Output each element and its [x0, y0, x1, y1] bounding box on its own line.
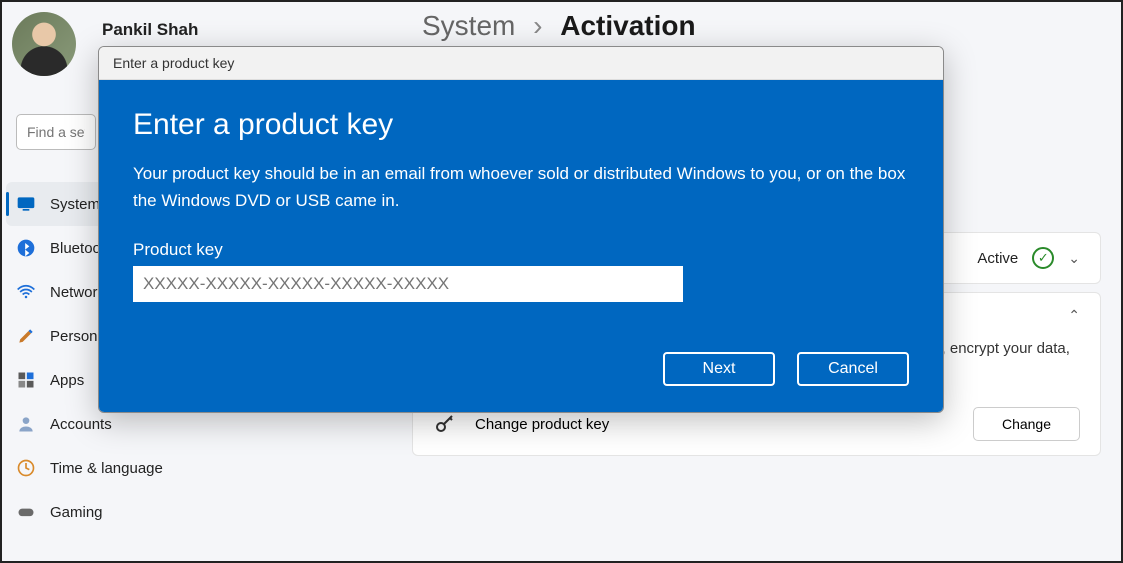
chevron-down-icon: ⌄ [1068, 250, 1080, 267]
sidebar-item-label: Accounts [50, 416, 112, 433]
bluetooth-icon [16, 238, 36, 258]
sidebar-item-label: System [50, 196, 100, 213]
sidebar-item-gaming[interactable]: Gaming [6, 490, 216, 534]
breadcrumb-parent[interactable]: System [422, 10, 515, 41]
breadcrumb-current: Activation [560, 10, 695, 41]
apps-icon [16, 370, 36, 390]
search-input[interactable] [16, 114, 96, 150]
product-key-input[interactable] [133, 266, 683, 302]
dialog-heading: Enter a product key [133, 108, 909, 142]
gamepad-icon [16, 502, 36, 522]
status-badge: Active [977, 250, 1018, 267]
avatar[interactable] [12, 12, 76, 76]
next-button[interactable]: Next [663, 352, 775, 386]
sidebar-item-label: Time & language [50, 460, 163, 477]
chevron-up-icon: ⌃ [1068, 307, 1080, 324]
sidebar-item-label: Apps [50, 372, 84, 389]
enter-product-key-dialog: Enter a product key Enter a product key … [98, 46, 944, 413]
display-icon [16, 194, 36, 214]
dialog-description: Your product key should be in an email f… [133, 160, 909, 214]
user-name: Pankil Shah [102, 20, 198, 40]
person-icon [16, 414, 36, 434]
cancel-button[interactable]: Cancel [797, 352, 909, 386]
product-key-label: Product key [133, 240, 909, 260]
key-icon [433, 412, 457, 436]
clock-globe-icon [16, 458, 36, 478]
sidebar-item-time-language[interactable]: Time & language [6, 446, 216, 490]
check-circle-icon: ✓ [1032, 247, 1054, 269]
dialog-titlebar: Enter a product key [99, 47, 943, 80]
change-button[interactable]: Change [973, 407, 1080, 441]
change-key-label: Change product key [475, 416, 609, 433]
breadcrumb: System › Activation [422, 10, 696, 42]
sidebar-item-label: Gaming [50, 504, 103, 521]
paintbrush-icon [16, 326, 36, 346]
chevron-right-icon: › [533, 10, 542, 41]
wifi-icon [16, 282, 36, 302]
